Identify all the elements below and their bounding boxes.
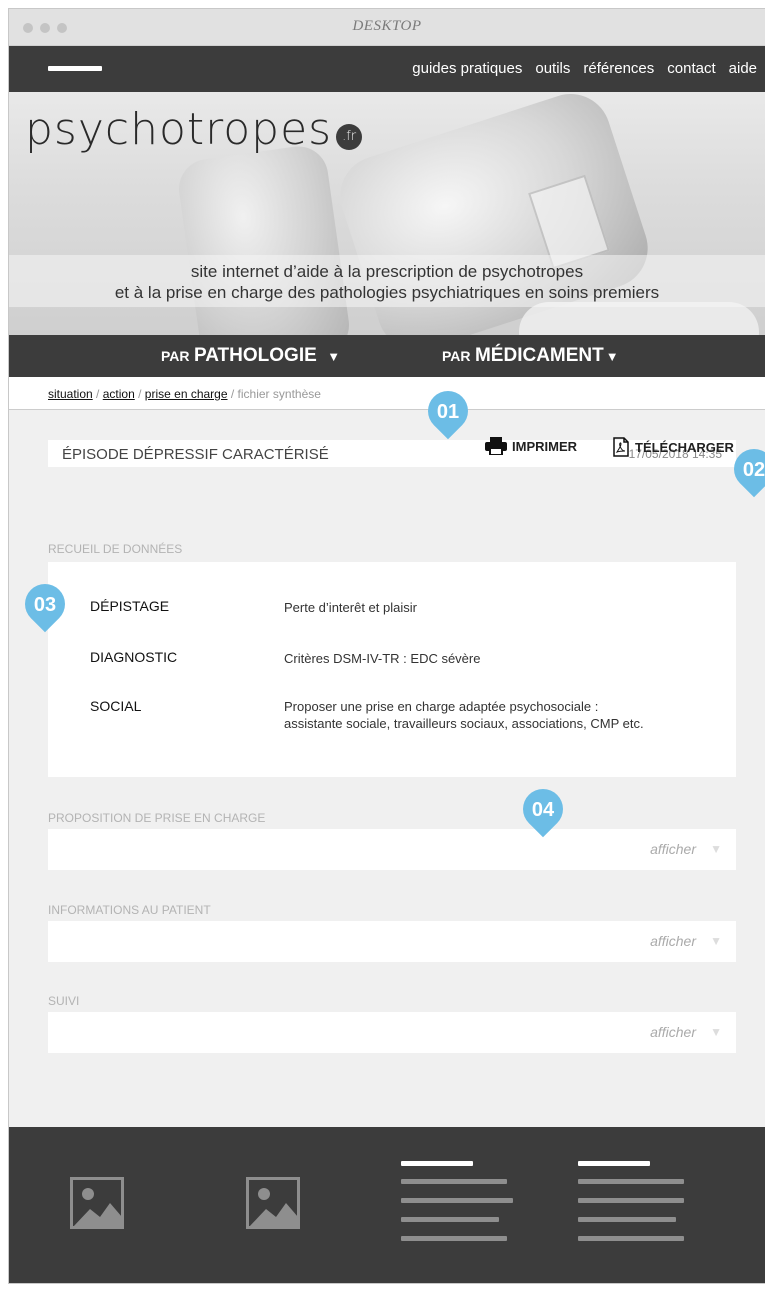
nav-links: guides pratiques outils références conta…: [412, 60, 757, 77]
category-label: PATHOLOGIE: [193, 345, 317, 366]
row-value-social-line-2: assistante sociale, travailleurs sociaux…: [284, 716, 644, 731]
print-button[interactable]: IMPRIMER: [485, 437, 577, 455]
download-button[interactable]: TÉLÉCHARGER: [612, 437, 734, 457]
chevron-down-icon: ▼: [710, 842, 722, 856]
annotation-number: 02: [742, 459, 765, 481]
download-label: TÉLÉCHARGER: [635, 439, 734, 455]
footer-link-placeholder[interactable]: [401, 1198, 513, 1203]
row-value-diagnostic: Critères DSM-IV-TR : EDC sévère: [284, 651, 481, 666]
top-nav: guides pratiques outils références conta…: [9, 46, 765, 92]
toggle-afficher[interactable]: afficher: [650, 933, 696, 949]
collect-panel: DÉPISTAGE Perte d’interêt et plaisir DIA…: [48, 562, 736, 777]
window-title: DESKTOP: [352, 18, 422, 34]
annotation-number: 03: [33, 594, 57, 616]
tagline: site internet d’aide à la prescription d…: [9, 255, 765, 307]
nav-link-aide[interactable]: aide: [729, 60, 757, 77]
footer-link-placeholder[interactable]: [578, 1198, 684, 1203]
chevron-down-icon: ▼: [605, 349, 619, 364]
chevron-down-icon: ▼: [710, 934, 722, 948]
category-medicament[interactable]: PAR MÉDICAMENT ▼: [442, 345, 619, 367]
hero-banner: psychotropes .fr site internet d’aide à l…: [9, 92, 765, 335]
logo-text: psychotropes: [25, 104, 333, 155]
chevron-down-icon: ▼: [710, 1025, 722, 1039]
collapse-proposition[interactable]: afficher ▼: [48, 829, 736, 870]
annotation-number: 04: [531, 799, 555, 821]
footer-link-placeholder[interactable]: [578, 1217, 676, 1222]
section-label-suivi: SUIVI: [48, 994, 80, 1008]
tagline-line-1: site internet d’aide à la prescription d…: [190, 262, 584, 281]
image-placeholder-icon: [70, 1177, 124, 1229]
tagline-line-2: et à la prise en charge des pathologies …: [114, 283, 660, 302]
collect-section-label: RECUEIL DE DONNÉES: [48, 542, 183, 556]
printer-icon: [485, 437, 507, 455]
footer-link-placeholder[interactable]: [401, 1179, 507, 1184]
row-key-social: SOCIAL: [90, 698, 142, 714]
section-label-proposition: PROPOSITION DE PRISE EN CHARGE: [48, 811, 266, 825]
row-value-depistage: Perte d’interêt et plaisir: [284, 600, 417, 615]
category-label: MÉDICAMENT: [474, 345, 604, 366]
breadcrumb-separator: /: [230, 387, 235, 401]
breadcrumb: situation / action / prise en charge / f…: [9, 377, 765, 410]
print-label: IMPRIMER: [512, 438, 577, 454]
browser-window: DESKTOP guides pratiques outils référenc…: [8, 8, 765, 1284]
chevron-down-icon: ▼: [327, 349, 341, 364]
site-logo[interactable]: psychotropes .fr: [25, 104, 363, 155]
nav-link-outils[interactable]: outils: [535, 60, 570, 77]
footer-link-placeholder[interactable]: [578, 1236, 684, 1241]
image-placeholder-icon: [246, 1177, 300, 1229]
breadcrumb-separator: /: [96, 387, 100, 401]
footer-column-heading: [578, 1161, 650, 1166]
category-prefix: PAR: [161, 348, 190, 364]
footer-link-placeholder[interactable]: [578, 1179, 684, 1184]
row-value-social: Proposer une prise en charge adaptée psy…: [284, 698, 644, 732]
footer: [9, 1127, 765, 1283]
category-prefix: PAR: [442, 348, 471, 364]
menu-icon[interactable]: [48, 66, 102, 71]
row-key-diagnostic: DIAGNOSTIC: [90, 649, 178, 665]
breadcrumb-link-prise-en-charge[interactable]: prise en charge: [145, 387, 228, 401]
section-label-informations: INFORMATIONS AU PATIENT: [48, 903, 211, 917]
nav-link-references[interactable]: références: [583, 60, 654, 77]
toggle-afficher[interactable]: afficher: [650, 1024, 696, 1040]
breadcrumb-link-action[interactable]: action: [103, 387, 135, 401]
annotation-number: 01: [436, 401, 460, 423]
title-bar: DESKTOP: [9, 9, 765, 46]
pdf-icon: [613, 437, 629, 457]
collapse-suivi[interactable]: afficher ▼: [48, 1012, 736, 1053]
breadcrumb-link-situation[interactable]: situation: [48, 387, 93, 401]
logo-badge: .fr: [336, 124, 363, 150]
row-value-social-line-1: Proposer une prise en charge adaptée psy…: [284, 699, 599, 714]
nav-link-guides[interactable]: guides pratiques: [412, 60, 522, 77]
footer-column-heading: [401, 1161, 473, 1166]
category-nav: PAR PATHOLOGIE ▼ PAR MÉDICAMENT ▼: [9, 335, 765, 377]
toggle-afficher[interactable]: afficher: [650, 841, 696, 857]
category-pathologie[interactable]: PAR PATHOLOGIE ▼: [161, 345, 340, 367]
breadcrumb-separator: /: [138, 387, 142, 401]
breadcrumb-current: fichier synthèse: [237, 387, 321, 401]
nav-link-contact[interactable]: contact: [667, 60, 715, 77]
collapse-informations[interactable]: afficher ▼: [48, 921, 736, 962]
footer-link-placeholder[interactable]: [401, 1236, 507, 1241]
footer-link-placeholder[interactable]: [401, 1217, 499, 1222]
row-key-depistage: DÉPISTAGE: [90, 598, 170, 614]
episode-title: ÉPISODE DÉPRESSIF CARACTÉRISÉ: [62, 446, 329, 463]
